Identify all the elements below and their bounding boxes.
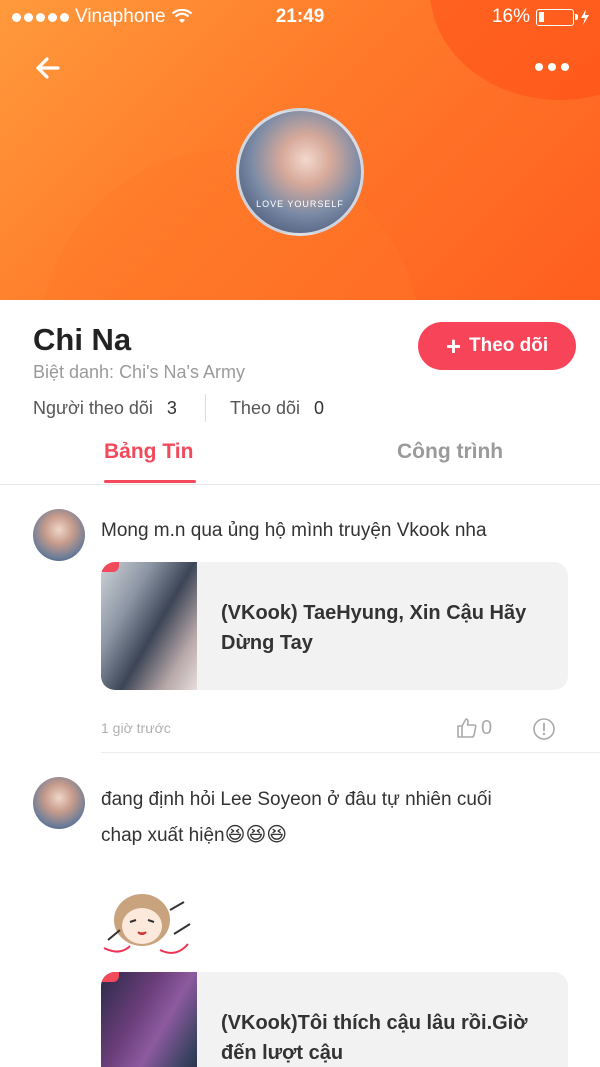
status-right: 16% (492, 6, 590, 28)
profile-name: Chi Na (33, 322, 132, 357)
tab-news[interactable]: Bảng Tin (104, 440, 193, 464)
followers-count: 3 (166, 397, 177, 418)
followers-label: Người theo dõi (33, 397, 153, 418)
post-text-line: đang định hỏi Lee Soyeon ở đâu tự nhiên … (101, 789, 492, 810)
like-button[interactable]: 0 (455, 716, 492, 740)
status-bar: Vinaphone 21:49 16% (0, 0, 600, 34)
laughing-emoji: 😆😆😆 (224, 822, 288, 846)
post-text: đang định hỏi Lee Soyeon ở đâu tự nhiên … (101, 782, 492, 853)
story-badge (101, 972, 119, 982)
stats-divider (204, 394, 206, 422)
plus-icon: + (445, 331, 462, 361)
profile-tabs: Bảng Tin Công trình (0, 430, 600, 485)
post-time: 1 giờ trước (101, 720, 171, 736)
battery-percent: 16% (491, 6, 530, 27)
profile-avatar: LOVE YOURSELF (236, 108, 364, 236)
back-arrow-icon[interactable] (28, 48, 68, 88)
post-text-line: chap xuất hiện😆😆😆 (101, 817, 492, 853)
tab-works[interactable]: Công trình (397, 440, 503, 464)
follow-button-label: Theo dõi (469, 335, 549, 356)
story-cover-image (101, 972, 197, 1067)
story-card[interactable]: (VKook) TaeHyung, Xin Cậu Hãy Dừng Tay (101, 562, 568, 690)
charging-icon (581, 9, 589, 25)
story-card[interactable]: (VKook)Tôi thích cậu lâu rồi.Giờ đến lượ… (101, 972, 568, 1067)
more-options-icon[interactable] (532, 55, 572, 79)
follow-button[interactable]: + Theo dõi (418, 322, 576, 370)
story-title: (VKook) TaeHyung, Xin Cậu Hãy Dừng Tay (221, 602, 527, 654)
story-title: (VKook)Tôi thích cậu lâu rồi.Giờ đến lượ… (221, 1012, 528, 1064)
story-cover-image (101, 562, 197, 690)
profile-header: Vinaphone 21:49 16% LOVE YOURSELF (0, 0, 600, 300)
post-text-line2: chap xuất hiện (101, 825, 225, 846)
profile-nickname: Biệt danh: Chi's Na's Army (33, 362, 245, 382)
post-divider (101, 752, 600, 753)
report-icon[interactable] (532, 717, 556, 741)
post-author-avatar[interactable] (33, 509, 85, 561)
post-author-avatar[interactable] (33, 777, 85, 829)
battery-icon (536, 8, 578, 26)
active-tab-indicator (104, 480, 196, 483)
story-badge (101, 562, 119, 572)
profile-stats: Người theo dõi 3 Theo dõi 0 (33, 394, 324, 422)
anime-girl-sticker (103, 894, 191, 954)
following-label: Theo dõi (229, 397, 300, 418)
avatar-caption: LOVE YOURSELF (256, 199, 344, 209)
following-count: 0 (314, 397, 325, 418)
post-text: Mong m.n qua ủng hộ mình truyện Vkook nh… (101, 520, 487, 541)
like-count: 0 (481, 716, 493, 739)
thumbs-up-icon (457, 718, 477, 738)
